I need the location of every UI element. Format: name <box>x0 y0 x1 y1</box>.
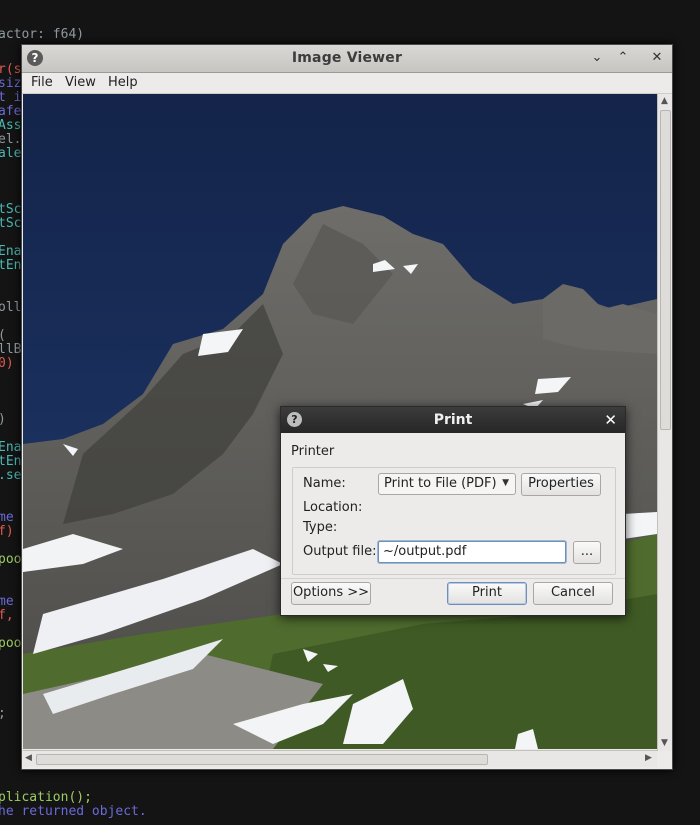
code-line: poo <box>0 552 22 567</box>
scroll-up-icon[interactable]: ▲ <box>661 96 668 106</box>
menu-bar: File View Help <box>22 73 672 94</box>
window-titlebar[interactable]: ? Image Viewer ⌄ ⌃ ✕ <box>22 45 672 73</box>
code-line: ) <box>0 412 6 427</box>
code-line: ale <box>0 146 22 161</box>
options-button[interactable]: Options >> <box>291 582 371 605</box>
code-line: f) <box>0 524 14 539</box>
window-title: Image Viewer <box>291 50 403 66</box>
close-button[interactable]: ✕ <box>648 49 666 67</box>
name-label: Name: <box>303 476 346 491</box>
vertical-scrollbar[interactable]: ▲ ▼ <box>657 94 672 751</box>
output-file-value: ~/output.pdf <box>383 544 467 559</box>
horizontal-scroll-thumb[interactable] <box>36 754 488 765</box>
code-line: r(s <box>0 62 22 77</box>
maximize-button[interactable]: ⌃ <box>614 49 632 67</box>
menu-view[interactable]: View <box>65 75 96 90</box>
code-line: me <box>0 594 14 609</box>
minimize-button[interactable]: ⌄ <box>588 49 606 67</box>
code-line: tEn <box>0 454 22 469</box>
code-line: ; <box>0 706 6 721</box>
printer-select[interactable]: Print to File (PDF) ▼ <box>378 473 516 495</box>
code-line: plication(); <box>0 790 92 805</box>
print-dialog: ? Print ✕ Printer Name: Print to File (P… <box>280 406 626 616</box>
output-file-input[interactable]: ~/output.pdf <box>378 541 566 563</box>
code-line: Ena <box>0 244 22 259</box>
code-line: Ena <box>0 440 22 455</box>
close-icon[interactable]: ✕ <box>604 411 617 429</box>
printer-section-label: Printer <box>291 444 335 459</box>
code-line: ( <box>0 328 6 343</box>
code-line: llB <box>0 342 22 357</box>
dialog-titlebar[interactable]: ? Print ✕ <box>281 407 625 433</box>
code-line: .se <box>0 468 22 483</box>
code-line: afe <box>0 104 22 119</box>
horizontal-scrollbar[interactable]: ◀ ▶ <box>23 750 657 767</box>
cancel-button[interactable]: Cancel <box>533 582 613 605</box>
code-line: tEn <box>0 258 22 273</box>
type-label: Type: <box>303 520 338 535</box>
code-line: Ass <box>0 118 22 133</box>
location-label: Location: <box>303 500 363 515</box>
code-line: poo <box>0 636 22 651</box>
code-line: 0) <box>0 356 14 371</box>
properties-button[interactable]: Properties <box>521 473 601 496</box>
code-line: actor: f64) <box>0 27 85 42</box>
scroll-down-icon[interactable]: ▼ <box>661 738 668 748</box>
code-line: tSc <box>0 202 22 217</box>
menu-file[interactable]: File <box>31 75 53 90</box>
chevron-down-icon: ▼ <box>502 478 509 488</box>
code-line: el. <box>0 132 22 147</box>
code-line: tSc <box>0 216 22 231</box>
print-button[interactable]: Print <box>447 582 527 605</box>
browse-button[interactable]: ... <box>573 541 601 564</box>
code-line: t i <box>0 90 22 105</box>
menu-help[interactable]: Help <box>108 75 138 90</box>
code-line: me <box>0 510 14 525</box>
scroll-left-icon[interactable]: ◀ <box>25 753 32 763</box>
code-line: siz <box>0 76 22 91</box>
code-line: he returned object. <box>0 804 147 819</box>
dialog-title: Print <box>433 412 473 428</box>
code-line: oll <box>0 300 22 315</box>
printer-select-value: Print to File (PDF) <box>384 476 497 491</box>
dialog-separator <box>281 578 625 579</box>
code-line: f, <box>0 608 14 623</box>
scroll-right-icon[interactable]: ▶ <box>645 753 652 763</box>
vertical-scroll-thumb[interactable] <box>660 110 671 430</box>
output-file-label: Output file: <box>303 544 377 559</box>
